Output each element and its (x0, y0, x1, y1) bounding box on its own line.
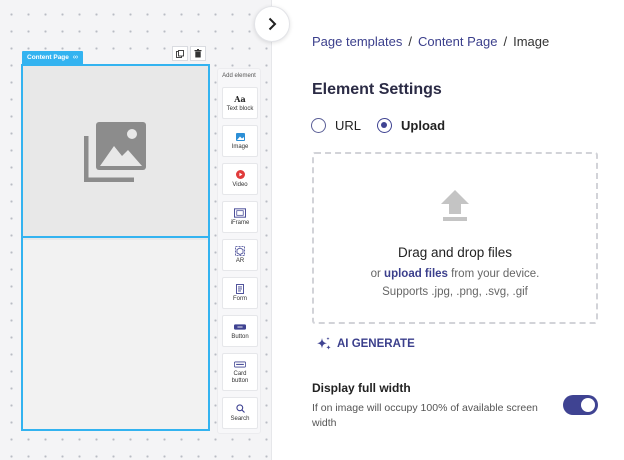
text-aa-icon: Aa (234, 93, 246, 104)
page-frame[interactable] (21, 64, 210, 431)
add-iframe-button[interactable]: iFrame (222, 201, 258, 233)
add-card-button-button[interactable]: Card button (222, 353, 258, 391)
image-placeholder-icon (83, 122, 146, 182)
copy-icon (176, 49, 184, 58)
full-width-description: If on image will occupy 100% of availabl… (312, 402, 538, 429)
upload-radio-label: Upload (401, 118, 446, 133)
breadcrumb: Page templates / Content Page / Image (312, 34, 549, 49)
page-label-text: Content Page (27, 54, 69, 61)
upload-files-link[interactable]: upload files (384, 268, 448, 280)
collapse-panel-button[interactable] (254, 6, 290, 42)
breadcrumb-item[interactable]: Page templates (312, 34, 402, 49)
add-button-button[interactable]: Button (222, 315, 258, 347)
image-icon (234, 132, 246, 142)
add-image-button[interactable]: Image (222, 125, 258, 157)
radio-circle (311, 118, 326, 133)
breadcrumb-current: Image (513, 34, 550, 49)
ai-generate-button[interactable]: AI GENERATE (316, 336, 415, 352)
ai-generate-label: AI GENERATE (337, 338, 415, 350)
element-palette: Add element Aa Text block Image Video iF… (217, 68, 261, 434)
breadcrumb-separator: / (408, 34, 412, 49)
image-block[interactable] (23, 66, 208, 238)
palette-title: Add element (222, 73, 256, 79)
upload-radio[interactable]: Upload (377, 118, 445, 133)
upload-arrow-icon (441, 190, 469, 221)
radio-circle-checked (377, 118, 393, 133)
url-radio[interactable]: URL (311, 118, 361, 133)
palette-item-label: Text block (226, 105, 254, 112)
full-width-title: Display full width (312, 381, 411, 395)
ar-icon (234, 245, 246, 256)
add-form-button[interactable]: Form (222, 277, 258, 309)
card-button-icon (234, 359, 246, 369)
palette-item-label: iFrame (230, 219, 250, 226)
file-dropzone[interactable]: Drag and drop files or upload files from… (312, 152, 598, 324)
chevron-right-icon (268, 17, 277, 31)
palette-item-label: Search (230, 415, 250, 422)
supported-formats: Supports .jpg, .png, .svg, .gif (382, 286, 528, 298)
dropzone-instruction: or upload files from your device. (314, 268, 596, 280)
full-width-toggle[interactable] (563, 395, 598, 415)
button-icon (234, 322, 246, 332)
page-label[interactable]: Content Page ∞ (22, 51, 83, 64)
palette-item-label: AR (235, 257, 245, 264)
dropzone-prefix: or (370, 268, 385, 280)
search-icon (234, 404, 246, 414)
link-icon: ∞ (72, 54, 78, 61)
iframe-icon (234, 207, 246, 218)
dropzone-suffix: from your device. (447, 268, 540, 280)
breadcrumb-separator: / (503, 34, 508, 49)
duplicate-button[interactable] (172, 46, 188, 61)
add-ar-button[interactable]: AR (222, 239, 258, 271)
trash-icon (194, 49, 202, 58)
breadcrumb-item[interactable]: Content Page (418, 34, 498, 49)
delete-button[interactable] (190, 46, 206, 61)
add-video-button[interactable]: Video (222, 163, 258, 195)
empty-content-block[interactable] (23, 240, 208, 429)
editor-canvas: Content Page ∞ Add element Aa Text block… (0, 0, 272, 460)
toggle-knob (581, 398, 595, 412)
element-settings-title: Element Settings (312, 81, 442, 98)
form-icon (234, 283, 246, 294)
palette-item-label: Card button (231, 371, 249, 384)
palette-item-label: Image (231, 143, 249, 150)
block-toolbar (172, 46, 206, 61)
palette-item-label: Video (232, 181, 248, 188)
palette-item-label: Form (233, 295, 247, 302)
video-play-icon (234, 170, 246, 180)
dropzone-title: Drag and drop files (397, 245, 513, 260)
palette-item-label: Button (231, 333, 249, 340)
source-radio-group: URL Upload (311, 118, 461, 133)
url-radio-label: URL (335, 118, 362, 133)
add-text-block-button[interactable]: Aa Text block (222, 87, 258, 119)
sparkle-icon (317, 337, 331, 350)
add-search-button[interactable]: Search (222, 397, 258, 429)
